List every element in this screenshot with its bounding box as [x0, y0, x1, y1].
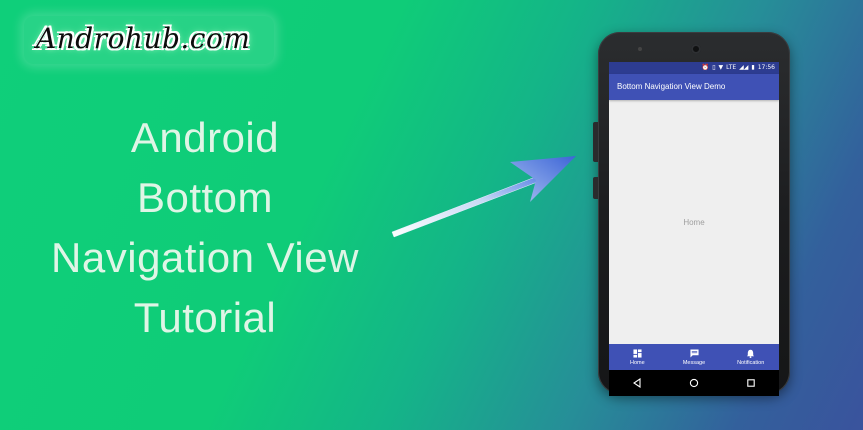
nav-label-notification: Notification [737, 359, 765, 366]
recents-icon[interactable] [746, 378, 756, 388]
brand-logo: Androhub.com [24, 16, 274, 64]
headline: Android Bottom Navigation View Tutorial [0, 108, 410, 348]
phone-mockup: ⏰ ▯ ▼ LTE ◢◢ ▮ 17:56 Bottom Navigation V… [593, 32, 790, 396]
brand-text: Androhub.com [36, 22, 251, 55]
battery-icon: ▮ [751, 64, 755, 71]
nav-label-home: Home [630, 359, 645, 366]
bell-icon [747, 349, 755, 358]
dashboard-icon [633, 348, 642, 358]
headline-line-1: Android [130, 114, 280, 161]
front-camera-icon [691, 44, 701, 54]
app-bar-title: Bottom Navigation View Demo [609, 74, 779, 100]
power-button [593, 177, 598, 199]
proximity-sensor [638, 47, 642, 51]
signal-icon: ◢◢ [739, 64, 749, 71]
headline-line-2: Bottom [136, 174, 274, 221]
message-icon [689, 348, 699, 358]
bottom-navigation: Home Message Notification [609, 344, 779, 370]
content-label: Home [683, 217, 705, 227]
volume-button [593, 122, 598, 162]
arrow-icon [391, 156, 576, 238]
headline-line-3: Navigation View [51, 234, 359, 281]
nav-item-notification[interactable]: Notification [722, 344, 779, 370]
headline-line-4: Tutorial [133, 294, 277, 341]
status-bar: ⏰ ▯ ▼ LTE ◢◢ ▮ 17:56 [609, 62, 779, 74]
back-icon[interactable] [632, 378, 642, 388]
nav-item-home[interactable]: Home [609, 344, 666, 370]
alarm-icon: ⏰ [701, 64, 710, 71]
system-navigation-bar [609, 370, 779, 396]
network-type: LTE [726, 64, 737, 71]
home-circle-icon[interactable] [689, 378, 699, 388]
phone-screen: ⏰ ▯ ▼ LTE ◢◢ ▮ 17:56 Bottom Navigation V… [609, 62, 779, 396]
status-time: 17:56 [757, 64, 775, 71]
wifi-icon: ▼ [718, 64, 724, 71]
nav-item-message[interactable]: Message [666, 344, 723, 370]
content-area: Home [609, 100, 779, 344]
nav-label-message: Message [682, 359, 706, 366]
vibrate-icon: ▯ [712, 64, 716, 71]
